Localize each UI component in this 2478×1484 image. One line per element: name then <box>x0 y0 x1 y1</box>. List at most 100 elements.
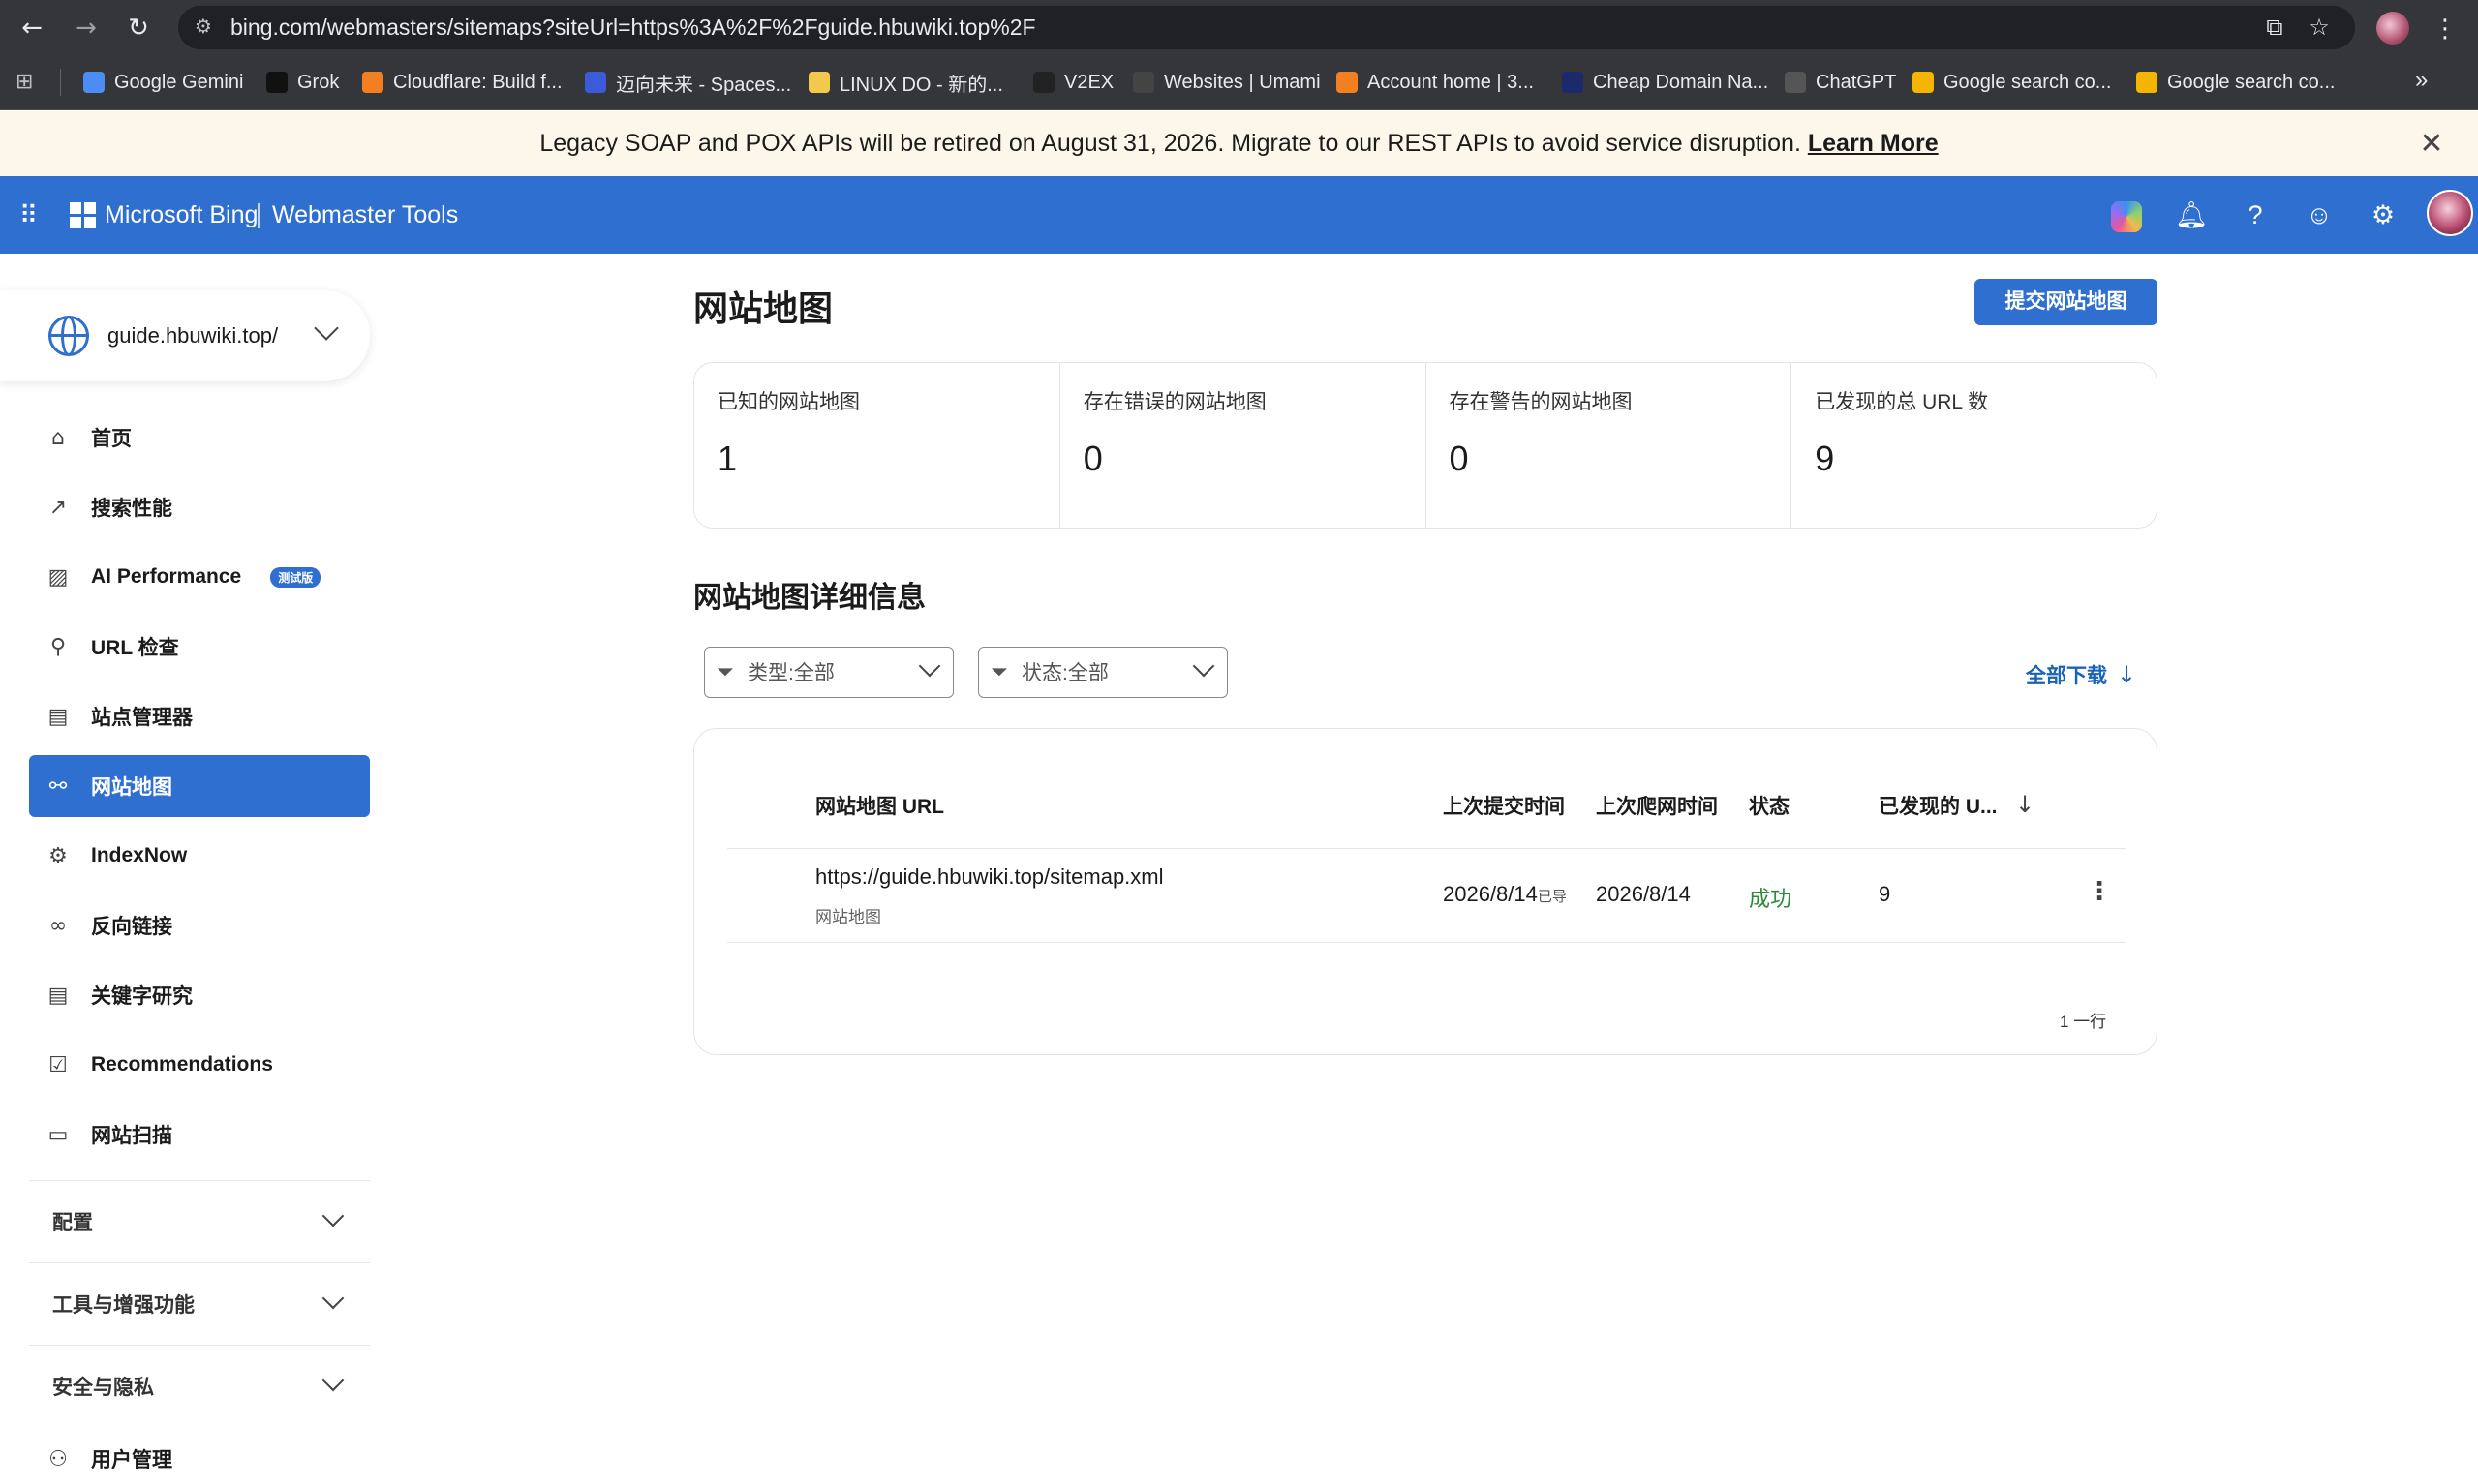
stat-label: 已知的网站地图 <box>718 391 860 413</box>
app-launcher-icon[interactable]: ⠿ <box>19 201 46 228</box>
filter-label: 类型:全部 <box>748 662 835 684</box>
sort-descending-icon[interactable]: ↓ <box>2015 791 2034 818</box>
sidebar-item-trend[interactable]: ↗ 搜索性能 <box>29 476 370 538</box>
sidebar-group-label: 工具与增强功能 <box>52 1293 195 1317</box>
column-header-submitted[interactable]: 上次提交时间 <box>1443 791 1565 820</box>
deprecation-banner: Legacy SOAP and POX APIs will be retired… <box>0 111 2478 176</box>
more-options-icon[interactable]: ⋮ <box>2085 876 2114 905</box>
stat-error-sitemaps: 存在错误的网站地图 0 <box>1060 363 1426 528</box>
sidebar-group-toggle[interactable]: 配置 <box>29 1180 370 1261</box>
scan-icon: ▭ <box>47 1122 69 1147</box>
bookmark-item[interactable]: ChatGPT <box>1785 65 1896 100</box>
type-filter-dropdown[interactable]: ⏷ 类型:全部 <box>704 647 954 698</box>
stat-value: 1 <box>718 439 738 478</box>
download-label: 全部下载 <box>2026 665 2107 687</box>
chevron-down-icon <box>321 1204 345 1227</box>
sidebar-item-user-management[interactable]: ⚇ 用户管理 <box>29 1428 370 1484</box>
bookmark-label: Cloudflare: Build f... <box>393 71 563 93</box>
brand-name[interactable]: Microsoft Bing <box>105 176 258 254</box>
user-avatar[interactable] <box>2427 190 2473 236</box>
column-header-status[interactable]: 状态 <box>1749 791 1790 820</box>
sidebar-item-document[interactable]: ▤ 关键字研究 <box>29 964 370 1026</box>
sidebar-item-checklist[interactable]: ☑ Recommendations <box>29 1034 370 1096</box>
chevron-down-icon <box>321 1287 345 1310</box>
column-header-crawled[interactable]: 上次爬网时间 <box>1596 791 1718 820</box>
site-info-icon[interactable]: ⚙ <box>192 15 215 39</box>
download-all-button[interactable]: 全部下载 ↓ <box>2026 660 2136 689</box>
browser-profile-avatar[interactable] <box>2376 12 2409 45</box>
product-name[interactable]: Webmaster Tools <box>272 176 458 254</box>
sidebar-group-toggle[interactable]: 工具与增强功能 <box>29 1262 370 1344</box>
reload-icon[interactable]: ↻ <box>122 12 155 45</box>
sidebar-item-link[interactable]: ∞ 反向链接 <box>29 894 370 956</box>
row-divider <box>727 942 2126 943</box>
bookmark-item[interactable]: Google search co... <box>1912 65 2111 100</box>
sidebar-item-label: 关键字研究 <box>91 985 193 1008</box>
bookmark-item[interactable]: Cheap Domain Na... <box>1562 65 1768 100</box>
bookmark-star-icon[interactable]: ☆ <box>2305 14 2334 43</box>
stat-label: 已发现的总 URL 数 <box>1815 391 1989 413</box>
chevron-down-icon <box>314 316 339 341</box>
sidebar-item-search[interactable]: ⚲ URL 检查 <box>29 616 370 678</box>
bookmark-item[interactable]: Grok <box>266 65 339 100</box>
sidebar-group-toggle[interactable]: 安全与隐私 <box>29 1345 370 1426</box>
feedback-smile-icon[interactable]: ☺ <box>2302 197 2337 232</box>
header-divider <box>727 848 2126 849</box>
bookmark-label: Google search co... <box>2167 71 2336 93</box>
install-app-icon[interactable]: ⧉ <box>2260 14 2289 43</box>
bookmark-favicon-icon <box>1133 72 1154 93</box>
banner-text: Legacy SOAP and POX APIs will be retired… <box>539 130 1801 157</box>
bookmark-item[interactable]: Google Gemini <box>83 65 243 100</box>
help-icon[interactable]: ? <box>2238 197 2273 232</box>
site-selector[interactable]: guide.hbuwiki.top/ <box>0 290 370 381</box>
sidebar-item-label: 反向链接 <box>91 916 172 938</box>
sidebar-item-scan[interactable]: ▭ 网站扫描 <box>29 1104 370 1166</box>
browser-toolbar: ← → ↻ ⚙ bing.com/webmasters/sitemaps?sit… <box>0 0 2478 55</box>
stat-label: 存在警告的网站地图 <box>1449 391 1633 413</box>
bookmark-item[interactable]: Account home | 3... <box>1336 65 1534 100</box>
notification-bell-icon[interactable]: 🔔︎ <box>2174 197 2209 232</box>
back-icon[interactable]: ← <box>15 12 48 45</box>
document-icon: ▤ <box>47 983 69 1008</box>
stat-known-sitemaps: 已知的网站地图 1 <box>694 363 1060 528</box>
forward-icon[interactable]: → <box>70 12 103 45</box>
submit-sitemap-button[interactable]: 提交网站地图 <box>1974 279 2157 325</box>
sitemap-url-link[interactable]: https://guide.hbuwiki.top/sitemap.xml <box>815 864 1164 890</box>
stat-warning-sitemaps: 存在警告的网站地图 0 <box>1426 363 1792 528</box>
sidebar-item-ai-chart[interactable]: ▨ AI Performance 测试版 <box>29 546 370 608</box>
bookmark-favicon-icon <box>83 72 105 93</box>
stats-card: 已知的网站地图 1 存在错误的网站地图 0 存在警告的网站地图 0 已发现的总 … <box>693 362 2157 529</box>
column-header-url[interactable]: 网站地图 URL <box>815 791 944 820</box>
copilot-icon[interactable] <box>2111 201 2142 232</box>
sidebar-item-home[interactable]: ⌂ 首页 <box>29 407 370 469</box>
address-bar[interactable]: ⚙ bing.com/webmasters/sitemaps?siteUrl=h… <box>178 6 2355 49</box>
settings-gear-icon[interactable]: ⚙ <box>2366 197 2401 232</box>
user-icon: ⚇ <box>48 1446 68 1471</box>
filter-icon: ⏷ <box>717 660 734 684</box>
bookmark-item[interactable]: V2EX <box>1033 65 1114 100</box>
browser-menu-icon[interactable]: ⋮ <box>2431 12 2460 45</box>
sidebar-item-label: AI Performance <box>91 565 242 588</box>
url-text[interactable]: bing.com/webmasters/sitemaps?siteUrl=htt… <box>230 6 1036 49</box>
submitted-date: 2026/8/14已导 <box>1443 882 1567 907</box>
bookmark-label: LINUX DO - 新的... <box>840 74 1003 96</box>
more-bookmarks-icon[interactable]: » <box>2415 67 2428 94</box>
learn-more-link[interactable]: Learn More <box>1808 130 1939 157</box>
sidebar-item-document[interactable]: ▤ 站点管理器 <box>29 685 370 747</box>
beta-badge: 测试版 <box>270 566 321 588</box>
bookmark-item[interactable]: 迈向未来 - Spaces... <box>585 65 791 100</box>
chevron-down-icon <box>1192 654 1215 678</box>
bookmark-favicon-icon <box>585 72 606 93</box>
close-icon[interactable]: ✕ <box>2415 128 2448 161</box>
bookmarks-bar: ⊞ Google Gemini Grok Cloudflare: Build f..… <box>0 55 2478 110</box>
bookmark-favicon-icon <box>2136 72 2157 93</box>
bookmark-item[interactable]: Websites | Umami <box>1133 65 1321 100</box>
sidebar-item-gear[interactable]: ⚙ IndexNow <box>29 825 370 887</box>
bookmark-item[interactable]: Google search co... <box>2136 65 2335 100</box>
column-header-discovered[interactable]: 已发现的 U... <box>1879 791 1998 820</box>
bookmark-item[interactable]: Cloudflare: Build f... <box>362 65 563 100</box>
apps-grid-icon[interactable]: ⊞ <box>15 69 41 94</box>
bookmark-item[interactable]: LINUX DO - 新的... <box>809 65 1003 100</box>
status-filter-dropdown[interactable]: ⏷ 状态:全部 <box>978 647 1228 698</box>
sidebar-item-sitemap[interactable]: ⚯ 网站地图 <box>29 755 370 817</box>
